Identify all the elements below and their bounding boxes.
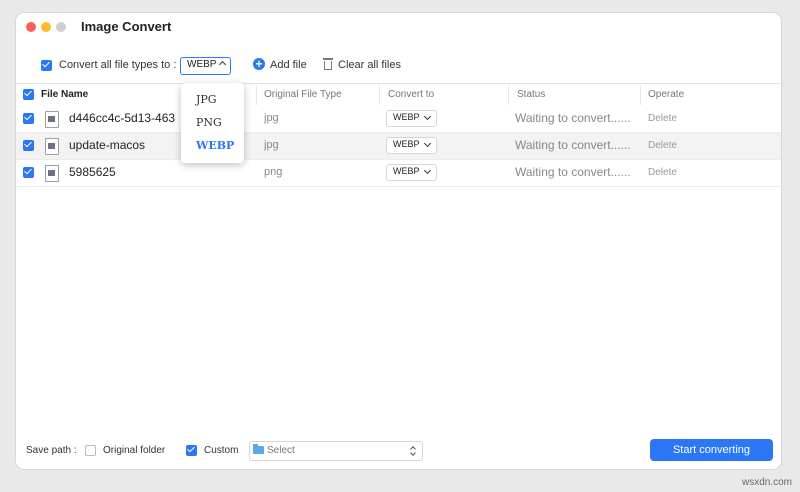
chevron-down-icon [423, 139, 432, 148]
original-folder-checkbox[interactable] [85, 445, 96, 456]
column-divider [379, 85, 380, 105]
delete-button[interactable]: Delete [648, 167, 677, 178]
column-header-original-type[interactable]: Original File Type [264, 89, 342, 100]
custom-checkbox[interactable] [186, 445, 197, 456]
table-row[interactable]: 5985625 png WEBP Waiting to convert.....… [16, 160, 781, 187]
convert-to-value: WEBP [393, 112, 420, 122]
column-divider [508, 85, 509, 105]
chevron-down-icon [423, 166, 432, 175]
add-file-icon[interactable]: + [253, 58, 265, 70]
file-name: d446cc4c-5d13-463 [69, 111, 176, 125]
format-dropdown-menu: JPG PNG WEBP [181, 83, 244, 163]
column-header-operate[interactable]: Operate [648, 89, 684, 100]
trash-icon[interactable] [323, 58, 333, 70]
select-all-checkbox[interactable] [23, 89, 34, 100]
convert-all-checkbox[interactable] [41, 60, 52, 71]
convert-to-value: WEBP [393, 139, 420, 149]
convert-all-label: Convert all file types to : [59, 59, 177, 71]
status-text: Waiting to convert...... [515, 111, 631, 125]
convert-to-select[interactable]: WEBP [386, 137, 437, 154]
add-file-button[interactable]: Add file [270, 59, 307, 71]
start-converting-button[interactable]: Start converting [650, 439, 773, 461]
save-path-select[interactable]: Select [249, 441, 423, 461]
chevron-down-icon [423, 112, 432, 121]
table-row[interactable]: update-macos jpg WEBP Waiting to convert… [16, 133, 781, 160]
app-window: Image Convert Convert all file types to … [16, 13, 781, 469]
save-path-select-value: Select [267, 445, 295, 456]
save-path-label: Save path : [26, 445, 77, 456]
column-divider [256, 85, 257, 105]
folder-icon [253, 444, 264, 454]
delete-button[interactable]: Delete [648, 113, 677, 124]
column-header-status[interactable]: Status [517, 89, 545, 100]
format-option-jpg[interactable]: JPG [196, 93, 217, 106]
original-folder-label: Original folder [103, 445, 166, 456]
format-option-webp[interactable]: WEBP [196, 139, 234, 152]
window-title: Image Convert [81, 19, 172, 34]
minimize-window-button[interactable] [41, 22, 51, 32]
close-window-button[interactable] [26, 22, 36, 32]
image-file-icon [45, 138, 59, 155]
convert-to-value: WEBP [393, 166, 420, 176]
title-bar: Image Convert [16, 13, 781, 41]
format-select[interactable]: WEBP [180, 57, 231, 75]
delete-button[interactable]: Delete [648, 140, 677, 151]
custom-label: Custom [204, 445, 239, 456]
table-header: File Name Original File Type Convert to … [16, 83, 781, 107]
status-text: Waiting to convert...... [515, 138, 631, 152]
convert-to-select[interactable]: WEBP [386, 164, 437, 181]
format-select-value: WEBP [187, 59, 217, 70]
original-file-type: jpg [264, 139, 279, 151]
column-header-convert-to[interactable]: Convert to [388, 89, 434, 100]
file-name: update-macos [69, 138, 146, 152]
row-checkbox[interactable] [23, 113, 34, 124]
row-checkbox[interactable] [23, 140, 34, 151]
file-name: 5985625 [69, 165, 116, 179]
original-file-type: jpg [264, 112, 279, 124]
original-file-type: png [264, 166, 283, 178]
clear-all-files-button[interactable]: Clear all files [338, 59, 401, 71]
watermark: wsxdn.com [741, 477, 792, 488]
format-option-png[interactable]: PNG [196, 116, 222, 129]
zoom-window-button[interactable] [56, 22, 66, 32]
image-file-icon [45, 165, 59, 182]
table-row[interactable]: d446cc4c-5d13-463 jpg WEBP Waiting to co… [16, 106, 781, 133]
row-checkbox[interactable] [23, 167, 34, 178]
image-file-icon [45, 111, 59, 128]
column-divider [640, 85, 641, 105]
convert-to-select[interactable]: WEBP [386, 110, 437, 127]
up-down-arrows-icon [408, 444, 420, 457]
status-text: Waiting to convert...... [515, 165, 631, 179]
column-header-file-name[interactable]: File Name [41, 89, 88, 100]
chevron-up-icon [218, 60, 227, 69]
